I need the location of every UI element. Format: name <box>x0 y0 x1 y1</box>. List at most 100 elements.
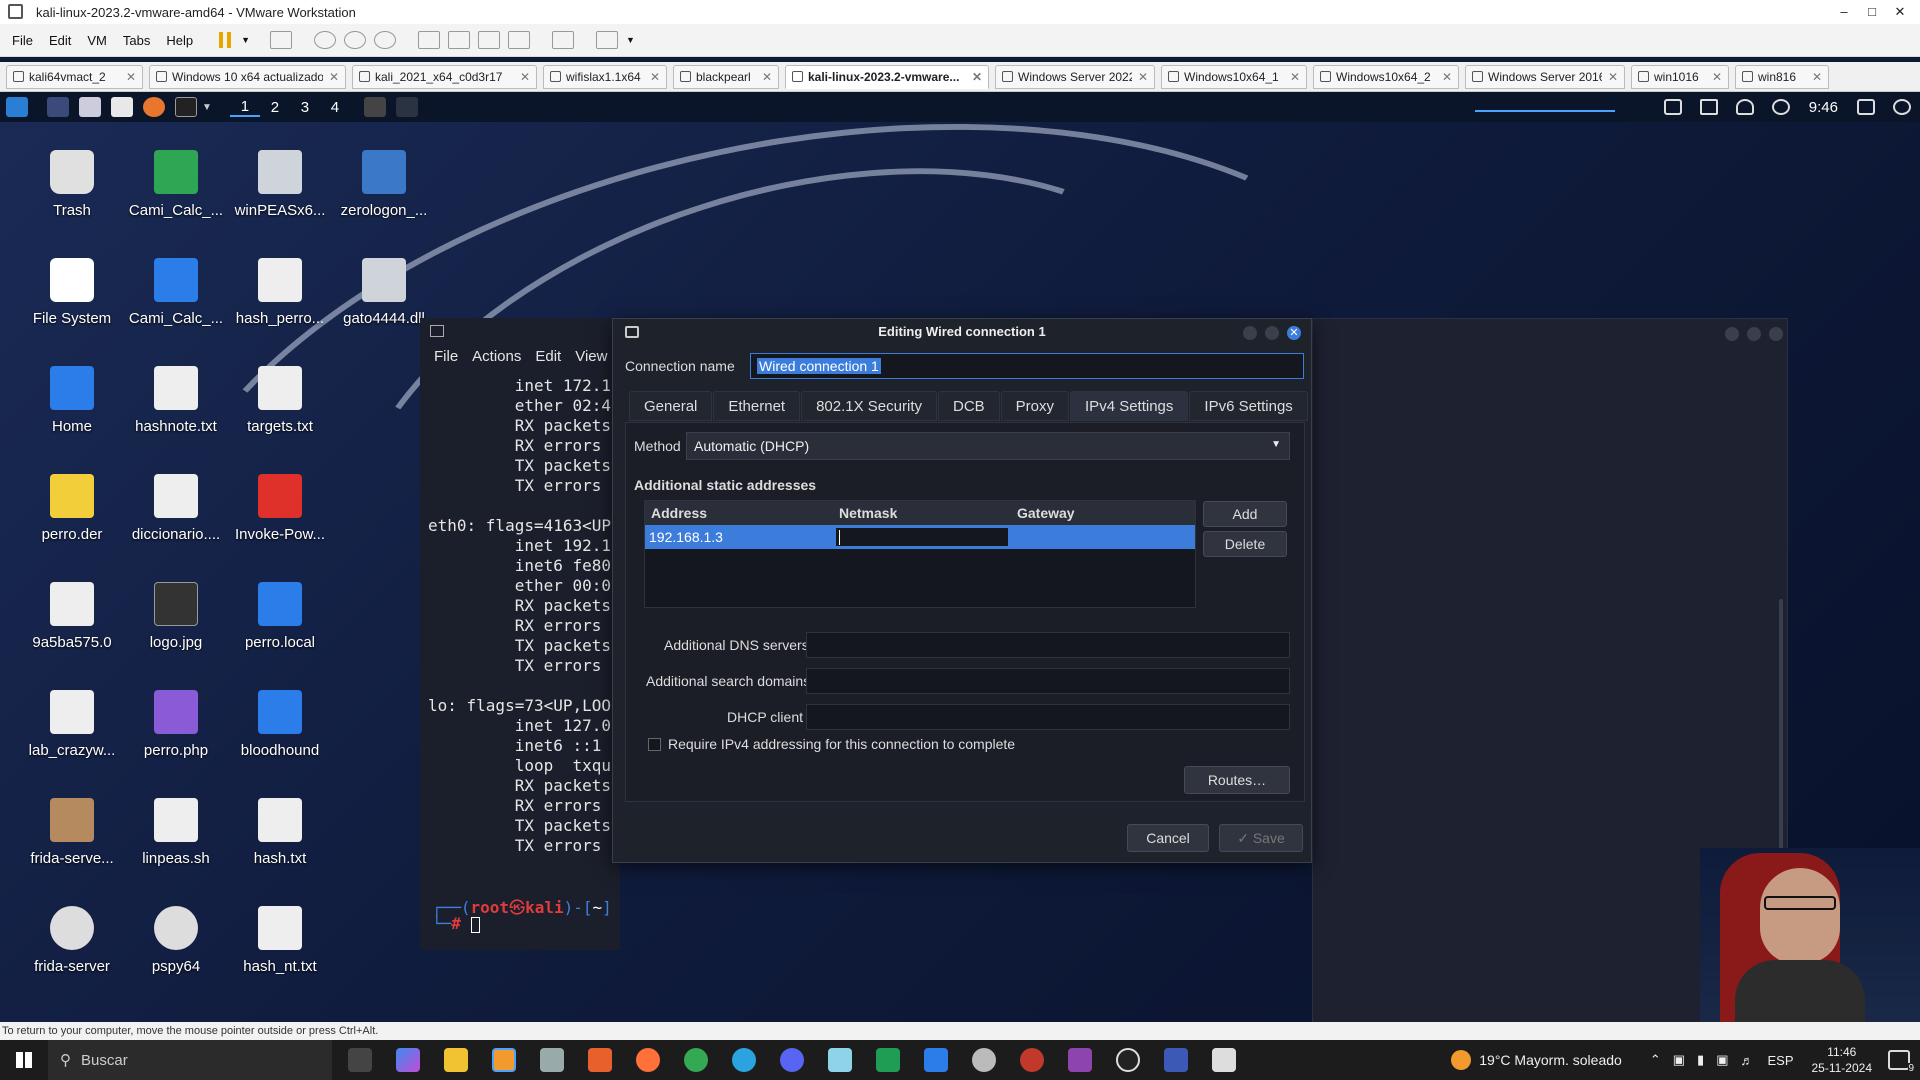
tab-dcb[interactable]: DCB <box>938 391 1000 421</box>
vmware-taskbar-icon[interactable] <box>492 1048 516 1072</box>
tab-close-icon[interactable]: ✕ <box>126 70 136 84</box>
notepad-icon[interactable] <box>828 1048 852 1072</box>
desktop-icon[interactable]: Cami_Calc_... <box>124 150 228 219</box>
dhcp-client-id-field[interactable] <box>806 704 1290 730</box>
vm-tab[interactable]: win816 ✕ <box>1735 64 1829 89</box>
copilot-icon[interactable] <box>396 1048 420 1072</box>
telegram-icon[interactable] <box>732 1048 756 1072</box>
show-desktop-icon[interactable] <box>47 97 69 117</box>
pause-dropdown-icon[interactable]: ▼ <box>241 35 250 45</box>
method-select[interactable]: Automatic (DHCP) ▼ <box>686 432 1290 460</box>
close-button[interactable]: ✕ <box>1886 0 1914 24</box>
desktop-icon[interactable]: perro.local <box>228 582 332 651</box>
desktop-icon[interactable]: diccionario.... <box>124 474 228 543</box>
tab-close-icon[interactable]: ✕ <box>520 70 530 84</box>
search-domains-field[interactable] <box>806 668 1290 694</box>
snapshot-icon[interactable] <box>314 31 336 49</box>
desktop-icon[interactable]: perro.php <box>124 690 228 759</box>
chrome-icon[interactable] <box>684 1048 708 1072</box>
revert-snapshot-icon[interactable] <box>344 31 366 49</box>
desktop-icon[interactable]: lab_crazyw... <box>20 690 124 759</box>
menu-edit[interactable]: Edit <box>41 33 79 48</box>
desktop-icon[interactable]: Cami_Calc_... <box>124 258 228 327</box>
workspace-3[interactable]: 3 <box>290 99 320 116</box>
desktop-icon[interactable]: hash_nt.txt <box>228 906 332 975</box>
dialog-minimize-icon[interactable] <box>1243 326 1257 340</box>
dns-servers-field[interactable] <box>806 632 1290 658</box>
terminal-menu-view[interactable]: View <box>575 348 607 365</box>
discord-icon[interactable] <box>780 1048 804 1072</box>
kali-menu-icon[interactable] <box>6 97 28 117</box>
shield-icon[interactable] <box>1212 1048 1236 1072</box>
display-icon[interactable] <box>1663 99 1682 115</box>
network-icon[interactable]: ▣ <box>1716 1052 1728 1068</box>
stretch-dropdown-icon[interactable]: ▼ <box>626 35 635 45</box>
terminal-menu-edit[interactable]: Edit <box>535 348 561 365</box>
workspace-4[interactable]: 4 <box>320 99 350 116</box>
vm-tab[interactable]: Windows10x64_1 ✕ <box>1161 64 1307 89</box>
firefox-taskbar-icon[interactable] <box>636 1048 660 1072</box>
routes-button[interactable]: Routes… <box>1184 766 1290 794</box>
vm-tab[interactable]: Windows Server 2016 ✕ <box>1465 64 1625 89</box>
terminal-dropdown-icon[interactable]: ▼ <box>202 102 212 113</box>
desktop-icon[interactable]: Home <box>20 366 124 435</box>
tab-general[interactable]: General <box>629 391 713 421</box>
tab-close-icon[interactable]: ✕ <box>650 70 660 84</box>
window-button-icon[interactable] <box>395 97 418 117</box>
weather-sun-icon[interactable] <box>1451 1050 1472 1070</box>
file-manager-icon[interactable] <box>79 97 101 117</box>
console-view-icon[interactable] <box>552 31 574 49</box>
desktop-icon[interactable]: bloodhound <box>228 690 332 759</box>
desktop-icon[interactable]: 9a5ba575.0 <box>20 582 124 651</box>
tab-close-icon[interactable]: ✕ <box>972 70 982 84</box>
tab-close-icon[interactable]: ✕ <box>329 70 339 84</box>
terminal-window[interactable]: File Actions Edit View inet 172.17 ether… <box>420 318 621 950</box>
obsidian-icon[interactable] <box>1068 1048 1092 1072</box>
task-view-icon[interactable] <box>348 1048 372 1072</box>
chevron-up-icon[interactable]: ⌃ <box>1650 1052 1661 1068</box>
desktop-icon[interactable]: targets.txt <box>228 366 332 435</box>
desktop-icon[interactable]: hashnote.txt <box>124 366 228 435</box>
dialog-maximize-icon[interactable] <box>1265 326 1279 340</box>
full-screen-icon[interactable] <box>478 31 500 49</box>
vm-tab-active[interactable]: kali-linux-2023.2-vmware... ✕ <box>785 64 989 89</box>
app-icon[interactable] <box>1164 1048 1188 1072</box>
raspberry-icon[interactable] <box>1020 1048 1044 1072</box>
desktop-icon[interactable]: hash_perro... <box>228 258 332 327</box>
windows-start-button[interactable] <box>0 1040 48 1080</box>
delete-address-button[interactable]: Delete <box>1203 531 1287 557</box>
window-close-icon[interactable] <box>1769 327 1783 341</box>
taskbar-clock[interactable]: 11:46 25-11-2024 <box>1812 1044 1873 1076</box>
desktop-icon[interactable]: hash.txt <box>228 798 332 867</box>
obs-icon[interactable] <box>1116 1048 1140 1072</box>
desktop-icon[interactable]: frida-serve... <box>20 798 124 867</box>
pause-button[interactable] <box>217 32 233 48</box>
vscode-icon[interactable] <box>924 1048 948 1072</box>
stretch-guest-icon[interactable] <box>596 31 618 49</box>
burp-suite-icon[interactable] <box>588 1048 612 1072</box>
window-maximize-icon[interactable] <box>1747 327 1761 341</box>
tab-ethernet[interactable]: Ethernet <box>713 391 801 421</box>
desktop-icon[interactable]: pspy64 <box>124 906 228 975</box>
minimize-button[interactable]: – <box>1830 0 1858 24</box>
vm-tab[interactable]: win1016 ✕ <box>1631 64 1729 89</box>
text-editor-icon[interactable] <box>111 97 133 117</box>
desktop-icon[interactable]: winPEASx6... <box>228 150 332 219</box>
desktop-icon[interactable]: gato4444.dll <box>332 258 436 327</box>
dialog-close-icon[interactable]: ✕ <box>1287 326 1301 340</box>
weather-text[interactable]: 19°C Mayorm. soleado <box>1479 1052 1622 1068</box>
tab-close-icon[interactable]: ✕ <box>1712 70 1722 84</box>
menu-help[interactable]: Help <box>158 33 201 48</box>
workspace-2[interactable]: 2 <box>260 99 290 116</box>
desktop-icon[interactable]: Invoke-Pow... <box>228 474 332 543</box>
address-cell[interactable]: 192.168.1.3 <box>649 529 723 545</box>
vm-tab[interactable]: kali64vmact_2 ✕ <box>6 64 143 89</box>
window-minimize-icon[interactable] <box>1725 327 1739 341</box>
tab-proxy[interactable]: Proxy <box>1000 391 1070 421</box>
terminal-menu-actions[interactable]: Actions <box>472 348 521 365</box>
desktop-icon[interactable]: File System <box>20 258 124 327</box>
workspace-1[interactable]: 1 <box>229 98 260 117</box>
send-ctrl-alt-del-icon[interactable] <box>270 31 292 49</box>
excel-icon[interactable] <box>876 1048 900 1072</box>
connection-name-field[interactable]: Wired connection 1 <box>750 353 1304 379</box>
